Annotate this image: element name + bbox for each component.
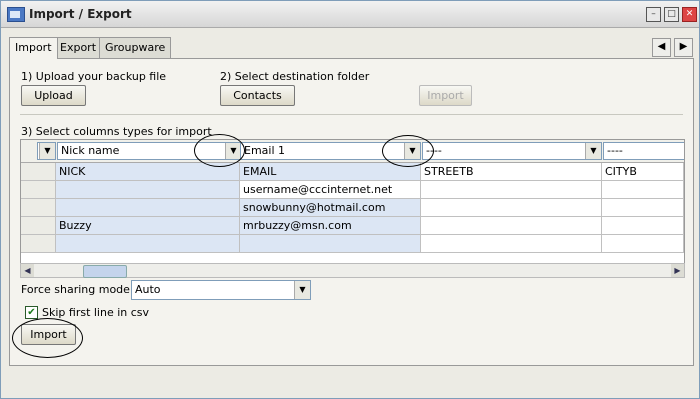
grid-cell[interactable]: Buzzy bbox=[56, 217, 240, 235]
grid-cell bbox=[21, 163, 56, 181]
import-export-window: Import / Export – □ ✕ Import Export Grou… bbox=[0, 0, 700, 399]
grid-cell[interactable] bbox=[421, 217, 602, 235]
tab-import[interactable]: Import bbox=[9, 37, 58, 59]
annotation-circle bbox=[12, 318, 83, 358]
grid-cell[interactable] bbox=[240, 235, 421, 253]
grid-cell[interactable]: CITYB bbox=[602, 163, 684, 181]
step1-label: 1) Upload your backup file bbox=[21, 70, 167, 83]
tab-scroll-left-icon[interactable]: ◀ bbox=[652, 38, 671, 57]
grid-cell[interactable]: username@cccinternet.net bbox=[240, 181, 421, 199]
scroll-right-icon[interactable]: ▶ bbox=[671, 264, 684, 277]
scroll-thumb[interactable] bbox=[83, 265, 127, 278]
grid-cell[interactable] bbox=[602, 235, 684, 253]
grid-cell[interactable] bbox=[56, 235, 240, 253]
grid-cell[interactable] bbox=[56, 181, 240, 199]
grid-cell[interactable] bbox=[421, 235, 602, 253]
divider bbox=[20, 114, 683, 115]
step3-label: 3) Select columns types for import bbox=[21, 125, 212, 138]
grid-cell[interactable]: snowbunny@hotmail.com bbox=[240, 199, 421, 217]
grid-cell bbox=[21, 199, 56, 217]
tab-export[interactable]: Export bbox=[54, 37, 103, 58]
column-type-select-3[interactable]: ---- ▼ bbox=[422, 142, 602, 160]
import-disabled-button: Import bbox=[419, 85, 472, 106]
grid-cell[interactable]: STREETB bbox=[421, 163, 602, 181]
grid-cell[interactable] bbox=[421, 199, 602, 217]
maximize-button[interactable]: □ bbox=[664, 7, 679, 22]
grid-cell[interactable] bbox=[602, 181, 684, 199]
chevron-down-icon: ▼ bbox=[585, 143, 601, 159]
window-icon bbox=[7, 7, 25, 22]
skip-first-line-label: Skip first line in csv bbox=[42, 306, 150, 319]
sharing-mode-label: Force sharing mode bbox=[21, 283, 130, 296]
tab-groupware[interactable]: Groupware bbox=[99, 37, 172, 58]
skip-first-line-checkbox[interactable]: ✔ bbox=[25, 306, 38, 319]
grid-cell bbox=[21, 217, 56, 235]
grid-cell[interactable]: mrbuzzy@msn.com bbox=[240, 217, 421, 235]
grid-cell[interactable] bbox=[602, 199, 684, 217]
annotation-circle bbox=[194, 134, 245, 167]
contacts-folder-button[interactable]: Contacts bbox=[220, 85, 295, 106]
chevron-down-icon: ▼ bbox=[294, 281, 310, 299]
step2-label: 2) Select destination folder bbox=[220, 70, 370, 83]
tab-scroll-right-icon[interactable]: ▶ bbox=[674, 38, 693, 57]
column-type-row: ▼ Nick name ▼ Email 1 ▼ ---- ▼ ---- bbox=[21, 140, 684, 163]
column-type-select-0[interactable]: ▼ bbox=[37, 142, 56, 160]
grid-cell bbox=[21, 181, 56, 199]
column-mapping-grid: ▼ Nick name ▼ Email 1 ▼ ---- ▼ ---- NICK EM… bbox=[20, 139, 685, 277]
grid-cell[interactable] bbox=[602, 217, 684, 235]
horizontal-scrollbar[interactable]: ◀ ▶ bbox=[20, 263, 685, 278]
grid-cell[interactable] bbox=[56, 199, 240, 217]
grid-cell[interactable] bbox=[421, 181, 602, 199]
grid-cell bbox=[21, 235, 56, 253]
sharing-mode-select[interactable]: Auto ▼ bbox=[131, 280, 311, 300]
scroll-left-icon[interactable]: ◀ bbox=[21, 264, 34, 277]
title-bar: Import / Export – □ ✕ bbox=[1, 1, 699, 28]
close-button[interactable]: ✕ bbox=[682, 7, 697, 22]
minimize-button[interactable]: – bbox=[646, 7, 661, 22]
chevron-down-icon: ▼ bbox=[39, 143, 55, 159]
annotation-circle bbox=[382, 135, 434, 167]
window-title: Import / Export bbox=[29, 7, 132, 21]
grid-cell[interactable]: EMAIL bbox=[240, 163, 421, 181]
upload-button[interactable]: Upload bbox=[21, 85, 86, 106]
column-type-select-4[interactable]: ---- bbox=[603, 142, 684, 160]
